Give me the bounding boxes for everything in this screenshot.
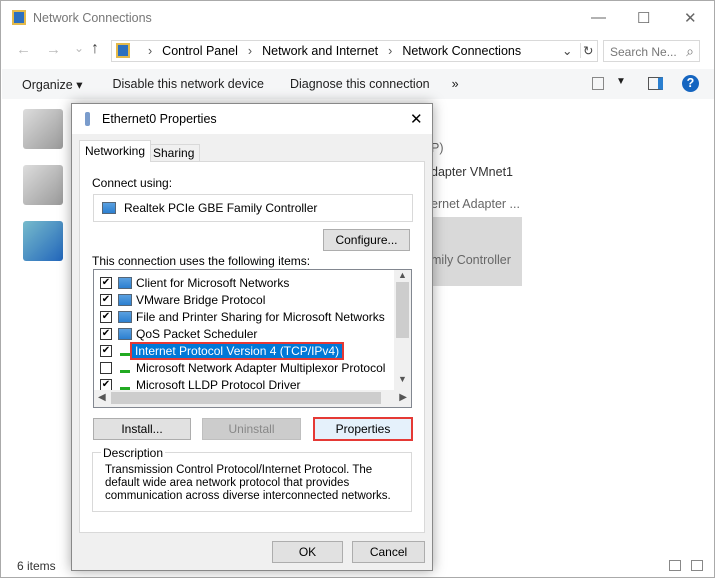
component-label: QoS Packet Scheduler — [136, 326, 258, 341]
command-toolbar: Organize ▾ Disable this network device D… — [2, 69, 714, 99]
adapter-name: Realtek PCIe GBE Family Controller — [124, 201, 318, 215]
protocol-icon — [120, 367, 130, 373]
component-label: Client for Microsoft Networks — [136, 275, 290, 290]
network-connections-window: Network Connections — ☐ ✕ ← → ⌄ ↑ › Contr… — [0, 0, 715, 578]
component-item[interactable]: ✔ Internet Protocol Version 4 (TCP/IPv4) — [94, 341, 411, 360]
adapter-field: Realtek PCIe GBE Family Controller — [93, 194, 413, 222]
component-item[interactable]: ✔ File and Printer Sharing for Microsoft … — [94, 308, 411, 325]
ethernet-properties-dialog: Ethernet0 Properties ✕ Networking Sharin… — [71, 103, 433, 571]
component-item[interactable]: Microsoft Network Adapter Multiplexor Pr… — [94, 359, 411, 376]
search-icon: ⌕ — [686, 43, 694, 59]
up-button[interactable]: ↑ — [91, 40, 99, 58]
install-button[interactable]: Install... — [93, 418, 191, 440]
window-title: Network Connections — [33, 11, 152, 25]
back-button[interactable]: ← — [16, 41, 31, 58]
cancel-button[interactable]: Cancel — [352, 541, 425, 563]
connect-using-label: Connect using: — [92, 176, 173, 190]
dialog-titlebar: Ethernet0 Properties ✕ — [72, 104, 432, 134]
details-view-icon[interactable] — [669, 560, 681, 571]
search-input[interactable]: Search Ne... ⌕ — [603, 40, 700, 62]
component-checkbox[interactable]: ✔ — [100, 310, 112, 323]
protocol-icon — [120, 384, 130, 390]
help-icon[interactable]: ? — [682, 75, 699, 92]
protocol-icon — [120, 350, 130, 356]
selected-adapter-highlight — [422, 217, 522, 286]
adapter-icon — [102, 202, 116, 214]
network-client-icon — [118, 310, 132, 323]
dialog-title: Ethernet0 Properties — [102, 112, 217, 126]
network-adapter-icon[interactable] — [23, 109, 63, 149]
horizontal-scrollbar[interactable]: ◀ ▶ — [94, 390, 411, 407]
maximize-button[interactable]: ☐ — [637, 9, 650, 27]
organize-button[interactable]: Organize ▾ — [22, 77, 82, 92]
adapter-text: mily Controller — [431, 253, 511, 267]
network-client-icon — [118, 327, 132, 340]
breadcrumb-network-connections[interactable]: Network Connections — [402, 44, 521, 58]
component-label: Microsoft Network Adapter Multiplexor Pr… — [136, 360, 386, 375]
large-icons-view-icon[interactable] — [691, 560, 703, 571]
component-label: VMware Bridge Protocol — [136, 292, 266, 307]
vertical-scrollbar[interactable]: ▲ ▼ — [394, 270, 411, 390]
network-adapter-icon[interactable] — [23, 165, 63, 205]
component-checkbox[interactable] — [100, 361, 112, 374]
adapter-text: dapter VMnet1 — [431, 165, 513, 179]
recent-locations-button[interactable]: ⌄ — [74, 41, 84, 55]
component-checkbox[interactable]: ✔ — [100, 276, 112, 289]
items-label: This connection uses the following items… — [92, 254, 311, 268]
change-view-icon[interactable] — [592, 77, 604, 90]
components-list: ✔ Client for Microsoft Networks ✔ VMware Br… — [93, 269, 412, 408]
breadcrumb-network-internet[interactable]: Network and Internet — [262, 44, 378, 58]
component-checkbox[interactable]: ✔ — [100, 327, 112, 340]
address-dropdown[interactable]: ⌄ — [562, 43, 572, 58]
status-bar-count: 6 items — [17, 559, 56, 573]
tab-sharing[interactable]: Sharing — [147, 144, 201, 162]
refresh-button[interactable]: ↻ — [580, 43, 593, 58]
network-folder-icon — [12, 10, 26, 25]
address-bar[interactable]: › Control Panel › Network and Internet › Ne… — [111, 40, 598, 62]
adapter-text: ernet Adapter ... — [431, 197, 520, 211]
properties-button[interactable]: Properties — [313, 417, 413, 441]
diagnose-button[interactable]: Diagnose this connection — [290, 77, 430, 91]
ethernet-icon — [85, 112, 90, 126]
ethernet-adapter-icon[interactable] — [23, 221, 63, 261]
forward-button[interactable]: → — [46, 41, 61, 58]
disable-device-button[interactable]: Disable this network device — [112, 77, 263, 91]
component-item[interactable]: ✔ QoS Packet Scheduler — [94, 325, 411, 342]
network-client-icon — [118, 293, 132, 306]
view-dropdown-icon[interactable]: ▼ — [616, 76, 626, 87]
scrollbar-thumb[interactable] — [111, 392, 381, 404]
breadcrumb-control-panel[interactable]: Control Panel — [162, 44, 238, 58]
search-placeholder: Search Ne... — [610, 45, 677, 59]
component-checkbox[interactable]: ✔ — [100, 378, 112, 391]
scrollbar-thumb[interactable] — [396, 282, 409, 338]
dialog-close-button[interactable]: ✕ — [410, 110, 423, 128]
description-label: Description — [101, 446, 166, 460]
component-label: File and Printer Sharing for Microsoft N… — [136, 309, 385, 324]
component-label: Internet Protocol Version 4 (TCP/IPv4) — [129, 341, 345, 360]
network-folder-icon — [116, 43, 130, 58]
description-group: Description Transmission Control Protoco… — [92, 446, 412, 512]
uninstall-button: Uninstall — [202, 418, 301, 440]
preview-pane-icon[interactable] — [648, 77, 663, 90]
configure-button[interactable]: Configure... — [323, 229, 410, 251]
description-text: Transmission Control Protocol/Internet P… — [105, 464, 391, 502]
more-commands-button[interactable]: » — [452, 77, 459, 91]
component-checkbox[interactable]: ✔ — [100, 344, 112, 357]
component-item[interactable]: ✔ VMware Bridge Protocol — [94, 291, 411, 308]
close-button[interactable]: ✕ — [684, 9, 697, 27]
ok-button[interactable]: OK — [272, 541, 343, 563]
network-client-icon — [118, 276, 132, 289]
tab-networking[interactable]: Networking — [79, 140, 152, 162]
component-checkbox[interactable]: ✔ — [100, 293, 112, 306]
component-item[interactable]: ✔ Client for Microsoft Networks — [94, 274, 411, 291]
minimize-button[interactable]: — — [591, 9, 606, 26]
